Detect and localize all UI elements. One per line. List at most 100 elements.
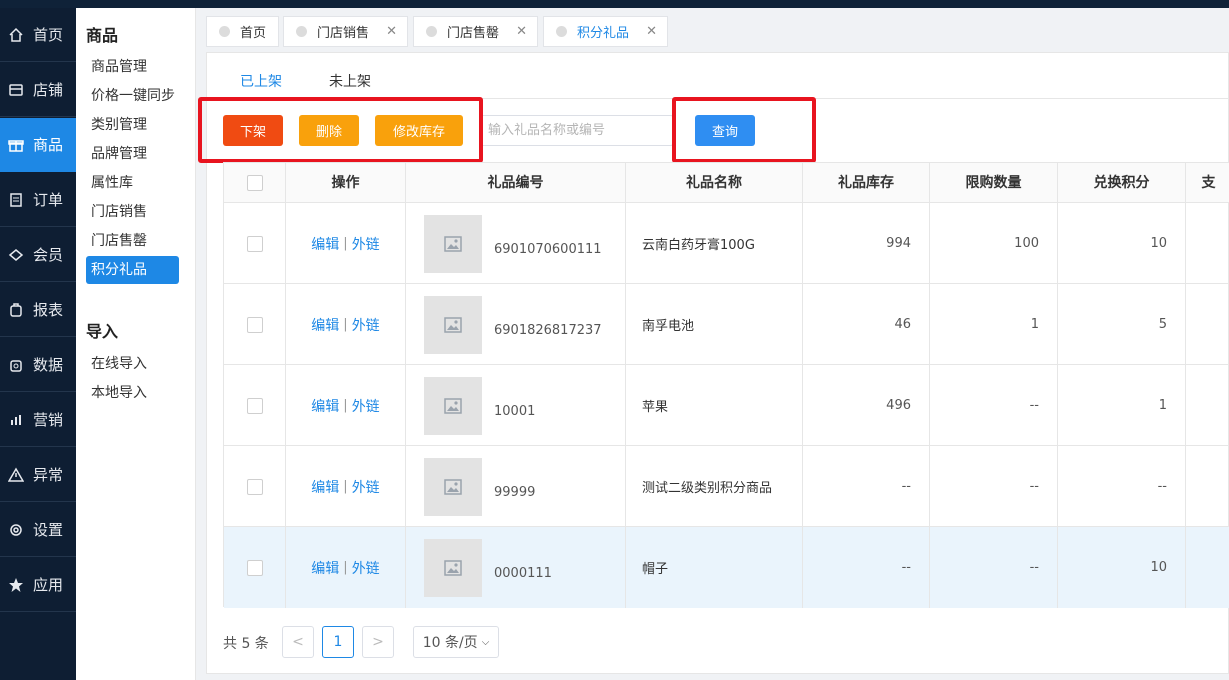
star-icon — [7, 576, 25, 594]
gift-code: 0000111 — [494, 566, 552, 581]
close-icon[interactable]: ✕ — [386, 24, 397, 39]
submenu-item-goods-management[interactable]: 商品管理 — [86, 53, 179, 81]
page-1-button[interactable]: 1 — [322, 626, 354, 658]
gift-limit: -- — [1029, 479, 1039, 494]
nav-item-store[interactable]: 店铺 — [0, 63, 76, 117]
header-actions: 操作 — [286, 163, 406, 203]
submenu-item-price-sync[interactable]: 价格一键同步 — [86, 82, 179, 110]
page-size-select[interactable]: 10 条/页 ⌵ — [413, 626, 499, 658]
header-limit: 限购数量 — [930, 163, 1058, 203]
data-icon — [7, 356, 25, 374]
main-nav: 首页 店铺 商品 订单 会员 报表 数据 营销 异常 设置 应用 — [0, 8, 76, 680]
nav-label: 营销 — [33, 411, 64, 429]
tab-off-shelf[interactable]: 未上架 — [329, 71, 371, 91]
nav-item-data[interactable]: 数据 — [0, 338, 76, 392]
nav-label: 应用 — [33, 576, 64, 594]
highlight-box-actions — [198, 97, 483, 163]
gift-stock: -- — [901, 560, 911, 575]
nav-item-home[interactable]: 首页 — [0, 8, 76, 62]
gift-icon — [7, 136, 25, 154]
header-points: 兑换积分 — [1058, 163, 1186, 203]
sub-menu: 商品 商品管理 价格一键同步 类别管理 品牌管理 属性库 门店销售 门店售罄 积… — [76, 8, 196, 680]
nav-label: 首页 — [33, 26, 64, 44]
edit-link[interactable]: 编辑 — [311, 477, 339, 497]
header-gift-name: 礼品名称 — [626, 163, 803, 203]
edit-link[interactable]: 编辑 — [311, 315, 339, 335]
external-link[interactable]: 外链 — [352, 315, 380, 335]
gift-points: 10 — [1150, 560, 1167, 575]
gift-code: 6901070600111 — [494, 242, 602, 257]
submenu-item-online-import[interactable]: 在线导入 — [86, 350, 179, 378]
table-row: 编辑 | 外链 6901826817237 南孚电池 46 1 5 — [224, 284, 1229, 365]
row-checkbox[interactable] — [246, 235, 263, 252]
external-link[interactable]: 外链 — [352, 234, 380, 254]
submenu-item-points-gifts[interactable]: 积分礼品 — [86, 256, 179, 284]
select-all-checkbox[interactable] — [246, 174, 263, 191]
table-row: 编辑 | 外链 6901070600111 云南白药牙膏100G 994 100 1… — [224, 203, 1229, 284]
nav-item-exceptions[interactable]: 异常 — [0, 448, 76, 502]
external-link[interactable]: 外链 — [352, 477, 380, 497]
order-icon — [7, 191, 25, 209]
submenu-item-category[interactable]: 类别管理 — [86, 111, 179, 139]
image-placeholder-icon — [424, 538, 482, 597]
nav-item-reports[interactable]: 报表 — [0, 283, 76, 337]
tab-points-gifts[interactable]: 积分礼品 ✕ — [543, 16, 668, 47]
table-row: 编辑 | 外链 0000111 帽子 -- -- 10 — [224, 527, 1229, 608]
nav-item-marketing[interactable]: 营销 — [0, 393, 76, 447]
row-checkbox[interactable] — [246, 478, 263, 495]
edit-link[interactable]: 编辑 — [311, 234, 339, 254]
next-page-button[interactable]: > — [362, 626, 394, 658]
tab-store-soldout[interactable]: 门店售罄 ✕ — [413, 16, 538, 47]
image-placeholder-icon — [424, 214, 482, 273]
gift-name: 云南白药牙膏100G — [642, 238, 755, 253]
report-icon — [7, 301, 25, 319]
prev-page-button[interactable]: < — [282, 626, 314, 658]
submenu-item-store-soldout[interactable]: 门店售罄 — [86, 227, 179, 255]
nav-item-settings[interactable]: 设置 — [0, 503, 76, 557]
row-checkbox[interactable] — [246, 316, 263, 333]
external-link[interactable]: 外链 — [352, 558, 380, 578]
nav-label: 报表 — [33, 301, 64, 319]
nav-label: 店铺 — [33, 81, 64, 99]
row-checkbox[interactable] — [246, 397, 263, 414]
table-row: 编辑 | 外链 10001 苹果 496 -- 1 — [224, 365, 1229, 446]
member-icon — [7, 246, 25, 264]
edit-link[interactable]: 编辑 — [311, 396, 339, 416]
edit-link[interactable]: 编辑 — [311, 558, 339, 578]
tab-on-shelf[interactable]: 已上架 — [240, 71, 282, 91]
tab-bar: 首页 门店销售 ✕ 门店售罄 ✕ 积分礼品 ✕ — [197, 8, 1229, 52]
tab-dot-icon — [219, 26, 230, 37]
gift-limit: 1 — [1030, 317, 1039, 332]
gear-icon — [7, 521, 25, 539]
submenu-item-local-import[interactable]: 本地导入 — [86, 379, 179, 407]
submenu-item-attributes[interactable]: 属性库 — [86, 169, 179, 197]
close-icon[interactable]: ✕ — [516, 24, 527, 39]
nav-item-orders[interactable]: 订单 — [0, 173, 76, 227]
gifts-table: 操作 礼品编号 礼品名称 礼品库存 限购数量 兑换积分 支 编辑 | 外链 6901… — [223, 162, 1229, 608]
gift-code: 6901826817237 — [494, 323, 602, 338]
submenu-item-brand[interactable]: 品牌管理 — [86, 140, 179, 168]
op-separator: | — [343, 236, 348, 251]
tab-home[interactable]: 首页 — [206, 16, 279, 47]
search-input[interactable] — [481, 115, 673, 146]
nav-label: 设置 — [33, 521, 64, 539]
row-checkbox[interactable] — [246, 559, 263, 576]
nav-item-members[interactable]: 会员 — [0, 228, 76, 282]
external-link[interactable]: 外链 — [352, 396, 380, 416]
nav-label: 数据 — [33, 356, 64, 374]
header-stock: 礼品库存 — [803, 163, 930, 203]
submenu-item-store-sales[interactable]: 门店销售 — [86, 198, 179, 226]
close-icon[interactable]: ✕ — [646, 24, 657, 39]
gift-points: 10 — [1150, 236, 1167, 251]
header-select-all — [224, 163, 286, 203]
gift-points: 1 — [1158, 398, 1167, 413]
nav-item-goods[interactable]: 商品 — [0, 118, 76, 172]
gift-limit: -- — [1029, 560, 1039, 575]
gift-stock: 46 — [894, 317, 911, 332]
gift-name: 测试二级类别积分商品 — [642, 481, 773, 496]
gift-stock: 994 — [886, 236, 911, 251]
tab-dot-icon — [556, 26, 567, 37]
nav-item-apps[interactable]: 应用 — [0, 558, 76, 612]
op-separator: | — [343, 398, 348, 413]
tab-store-sales[interactable]: 门店销售 ✕ — [283, 16, 408, 47]
